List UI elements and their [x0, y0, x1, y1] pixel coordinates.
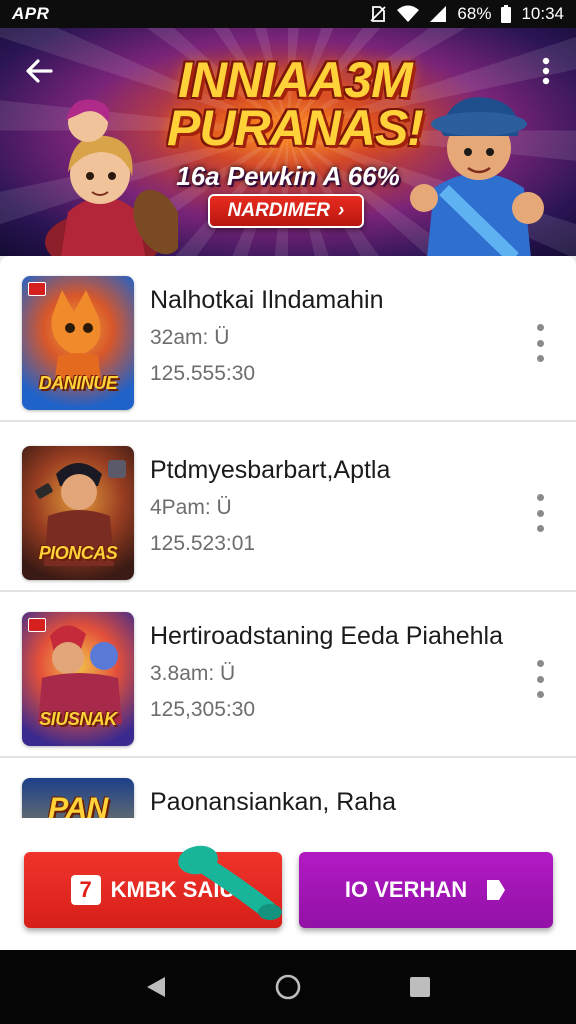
game-meta: 32am: Ü	[150, 326, 230, 349]
thumbnail-label: DANINUE	[38, 373, 118, 393]
secondary-button-label: IO VERHAN	[344, 877, 468, 902]
tag-icon	[487, 880, 506, 900]
game-title[interactable]: Ptdmyesbarbart,Aptla	[150, 456, 390, 485]
more-vertical-icon[interactable]	[528, 320, 552, 366]
game-title[interactable]: Paonansiankan, Raha	[150, 788, 396, 817]
hero-cta-label: NARDIMER	[227, 200, 331, 221]
hero-title-line1: INNIAA3M	[178, 52, 413, 108]
more-vertical-icon	[542, 57, 550, 85]
overflow-menu-button[interactable]	[534, 54, 558, 88]
game-stats: 125,305:30	[150, 698, 256, 721]
hero-cta-button[interactable]: NARDIMER ›	[208, 194, 364, 228]
nav-home-button[interactable]	[268, 967, 308, 1007]
game-title[interactable]: Hertiroadstaning Eeda Piahehla	[150, 622, 503, 651]
thumbnail-label: SIUSNAK	[39, 709, 117, 729]
triangle-back-icon	[147, 977, 165, 997]
game-thumbnail[interactable]: PIONCAS	[22, 446, 134, 580]
game-thumbnail[interactable]: DANINUE	[22, 276, 134, 410]
back-button[interactable]	[22, 54, 56, 88]
hero-title-line2: PURANAS!	[167, 100, 424, 156]
primary-action-button[interactable]: 7 KMBK SAIU	[24, 852, 282, 928]
more-vertical-icon[interactable]	[528, 656, 552, 702]
action-bar: 7 KMBK SAIU IO VERHAN	[0, 818, 576, 950]
wifi-icon	[397, 5, 420, 23]
secondary-action-button[interactable]: IO VERHAN	[299, 852, 553, 928]
back-arrow-icon	[26, 59, 53, 83]
game-stats: 125.555:30	[150, 362, 256, 385]
more-vertical-icon[interactable]	[528, 490, 552, 536]
list-item[interactable]: PAN Paonansiankan, Raha	[0, 758, 576, 818]
nav-back-button[interactable]	[136, 967, 176, 1007]
battery-percent: 68%	[457, 4, 492, 23]
game-list[interactable]: DANINUE Nalhotkai Ilndamahin 32am: Ü 125…	[0, 256, 576, 818]
list-item[interactable]: PIONCAS Ptdmyesbarbart,Aptla 4Pam: Ü 125…	[0, 426, 576, 592]
game-title[interactable]: Nalhotkai Ilndamahin	[150, 286, 383, 315]
square-recents-icon	[410, 977, 430, 997]
game-thumbnail[interactable]: SIUSNAK	[22, 612, 134, 746]
list-item[interactable]: SIUSNAK Hertiroadstaning Eeda Piahehla 3…	[0, 592, 576, 758]
game-thumbnail[interactable]: PAN	[22, 778, 134, 818]
battery-icon	[501, 5, 512, 23]
thumbnail-label: PAN	[48, 792, 108, 818]
game-stats: 125.523:01	[150, 532, 256, 555]
clock: 10:34	[521, 4, 564, 23]
hero-subtitle: 16a Pewkin A 66%	[176, 161, 400, 191]
game-meta: 4Pam: Ü	[150, 496, 232, 519]
list-item[interactable]: DANINUE Nalhotkai Ilndamahin 32am: Ü 125…	[0, 256, 576, 422]
game-meta: 3.8am: Ü	[150, 662, 236, 685]
nav-recents-button[interactable]	[400, 967, 440, 1007]
no-sim-icon	[369, 5, 387, 23]
circle-home-icon	[275, 974, 301, 1000]
chevron-right-icon: ›	[338, 200, 345, 221]
hero-banner[interactable]: INNIAA3M PURANAS! 16a Pewkin A 66% NARDI…	[0, 28, 576, 256]
primary-button-label: KMBK SAIU	[110, 877, 236, 902]
status-app-label: APR	[12, 4, 50, 23]
signal-icon	[429, 5, 447, 23]
primary-button-tag: 7	[70, 875, 101, 905]
thumbnail-label: PIONCAS	[38, 543, 118, 563]
system-nav-bar	[0, 950, 576, 1024]
hero-title: INNIAA3M PURANAS!	[150, 52, 440, 156]
status-bar: APR 68% 10:34	[0, 0, 576, 28]
status-icons: 68% 10:34	[369, 4, 564, 24]
